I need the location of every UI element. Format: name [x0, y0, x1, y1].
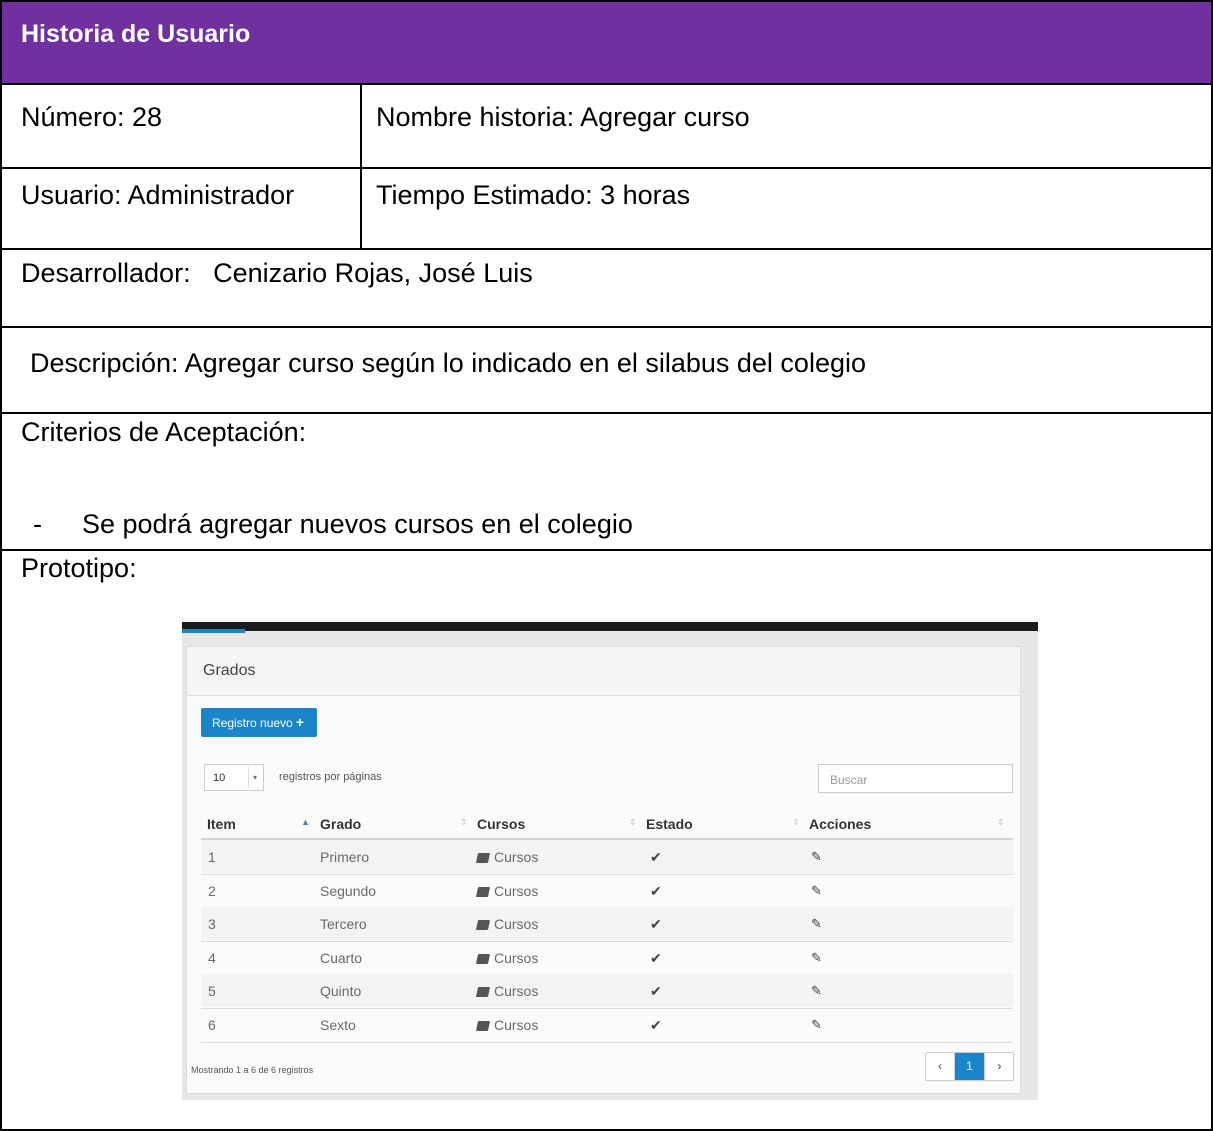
- search-input[interactable]: Buscar: [818, 764, 1013, 793]
- cell-item: 5: [208, 983, 216, 1000]
- book-icon: [475, 920, 491, 931]
- row-criterios: Criterios de Aceptación: - Se podrá agre…: [2, 414, 1211, 551]
- check-icon: ✔: [650, 916, 662, 933]
- cursos-label: Cursos: [494, 1017, 539, 1033]
- book-icon: [475, 987, 491, 998]
- prototype-screenshot: Grados Registro nuevo + 10 ▾ registros po…: [182, 622, 1038, 1100]
- per-page-label: registros por páginas: [279, 771, 382, 783]
- check-icon: ✔: [650, 983, 662, 1000]
- sort-icon[interactable]: ⇕: [792, 817, 800, 828]
- row-divider: [201, 1008, 1013, 1009]
- cursos-label: Cursos: [494, 882, 539, 899]
- row-desarrollador: Desarrollador: Cenizario Rojas, José Lui…: [2, 250, 1211, 328]
- book-icon: [475, 1021, 491, 1031]
- cell-grado: Primero: [320, 849, 370, 865]
- cursos-link[interactable]: Cursos: [475, 983, 539, 1000]
- page-1-button[interactable]: 1: [955, 1053, 984, 1080]
- column-header-estado[interactable]: Estado: [646, 816, 693, 832]
- pagination: ‹ 1 ›: [925, 1052, 1014, 1081]
- cell-grado: Tercero: [320, 916, 367, 933]
- story-header: Historia de Usuario: [2, 2, 1211, 85]
- panel-title: Grados: [203, 662, 256, 679]
- cell-grado: Quinto: [320, 983, 362, 1000]
- numero-field: Número: 28: [21, 102, 163, 132]
- desarrollador-field: Desarrollador: Cenizario Rojas, José Lui…: [21, 258, 533, 288]
- chevron-down-icon: ▾: [253, 773, 258, 782]
- active-nav-indicator: [182, 629, 245, 633]
- column-divider: [360, 85, 362, 250]
- cursos-link[interactable]: Cursos: [475, 1017, 539, 1033]
- column-header-grado[interactable]: Grado: [320, 816, 361, 832]
- column-header-acciones[interactable]: Acciones: [809, 816, 871, 832]
- row-divider: [201, 1041, 1013, 1043]
- cursos-link[interactable]: Cursos: [475, 849, 539, 865]
- prev-page-button[interactable]: ‹: [926, 1053, 955, 1080]
- usuario-field: Usuario: Administrador: [21, 180, 295, 210]
- edit-pencil-icon[interactable]: ✎: [811, 916, 822, 932]
- criterios-label: Criterios de Aceptación:: [21, 417, 307, 447]
- page-size-select[interactable]: 10 ▾: [204, 764, 264, 791]
- cursos-link[interactable]: Cursos: [475, 916, 539, 933]
- descripcion-field: Descripción: Agregar curso según lo indi…: [30, 348, 866, 378]
- cell-grado: Cuarto: [320, 949, 363, 966]
- sort-icon[interactable]: ⇕: [997, 817, 1005, 828]
- edit-pencil-icon[interactable]: ✎: [811, 983, 822, 999]
- cell-grado: Segundo: [320, 882, 377, 899]
- edit-pencil-icon[interactable]: ✎: [811, 883, 822, 899]
- table-info: Mostrando 1 a 6 de 6 registros: [191, 1065, 314, 1075]
- book-icon: [475, 853, 491, 863]
- sort-icon[interactable]: ⇕: [629, 817, 637, 828]
- check-icon: ✔: [650, 849, 662, 865]
- cell-item: 4: [208, 949, 216, 966]
- edit-pencil-icon[interactable]: ✎: [811, 1017, 822, 1033]
- row-descripcion: Descripción: Agregar curso según lo indi…: [2, 328, 1211, 414]
- row-numero: Número: 28 Nombre historia: Agregar curs…: [2, 85, 1211, 169]
- cell-item: 3: [208, 916, 216, 933]
- cursos-label: Cursos: [494, 916, 539, 933]
- top-nav-bar: [182, 622, 1038, 631]
- criterio-bullet: -: [33, 509, 42, 539]
- cursos-label: Cursos: [494, 983, 539, 1000]
- panel-header: Grados: [187, 647, 1020, 696]
- nombre-historia-field: Nombre historia: Agregar curso: [376, 102, 750, 132]
- book-icon: [475, 953, 491, 964]
- check-icon: ✔: [650, 882, 662, 899]
- next-page-button[interactable]: ›: [984, 1053, 1014, 1080]
- cell-item: 2: [208, 882, 216, 899]
- cell-item: 1: [208, 849, 216, 865]
- edit-pencil-icon[interactable]: ✎: [811, 849, 822, 865]
- book-icon: [475, 886, 491, 897]
- column-header-item[interactable]: Item: [207, 816, 236, 832]
- check-icon: ✔: [650, 1017, 662, 1033]
- cursos-label: Cursos: [494, 949, 539, 966]
- row-divider: [201, 873, 1013, 875]
- sort-icon[interactable]: ⇕: [460, 817, 468, 828]
- select-divider: [248, 767, 249, 788]
- cursos-link[interactable]: Cursos: [475, 882, 539, 899]
- grados-panel: Grados Registro nuevo + 10 ▾ registros po…: [186, 646, 1021, 1094]
- check-icon: ✔: [650, 949, 662, 966]
- row-usuario: Usuario: Administrador Tiempo Estimado: …: [2, 169, 1211, 250]
- criterio-item: Se podrá agregar nuevos cursos en el col…: [82, 509, 633, 539]
- prototipo-label: Prototipo:: [21, 553, 137, 583]
- sort-asc-icon[interactable]: ▲: [301, 817, 310, 827]
- cursos-label: Cursos: [494, 849, 539, 865]
- edit-pencil-icon[interactable]: ✎: [811, 950, 822, 966]
- user-story-document: Historia de Usuario Número: 28 Nombre hi…: [0, 0, 1213, 1131]
- new-record-label: Registro nuevo: [212, 716, 293, 730]
- tiempo-field: Tiempo Estimado: 3 horas: [376, 180, 691, 210]
- cell-grado: Sexto: [320, 1017, 356, 1033]
- story-title: Historia de Usuario: [21, 20, 251, 48]
- cell-item: 6: [208, 1017, 216, 1033]
- cursos-link[interactable]: Cursos: [475, 949, 539, 966]
- new-record-button[interactable]: Registro nuevo +: [201, 708, 317, 737]
- page-size-value: 10: [213, 772, 226, 784]
- column-header-cursos[interactable]: Cursos: [477, 816, 525, 832]
- row-divider: [201, 940, 1013, 942]
- plus-icon: +: [295, 714, 304, 730]
